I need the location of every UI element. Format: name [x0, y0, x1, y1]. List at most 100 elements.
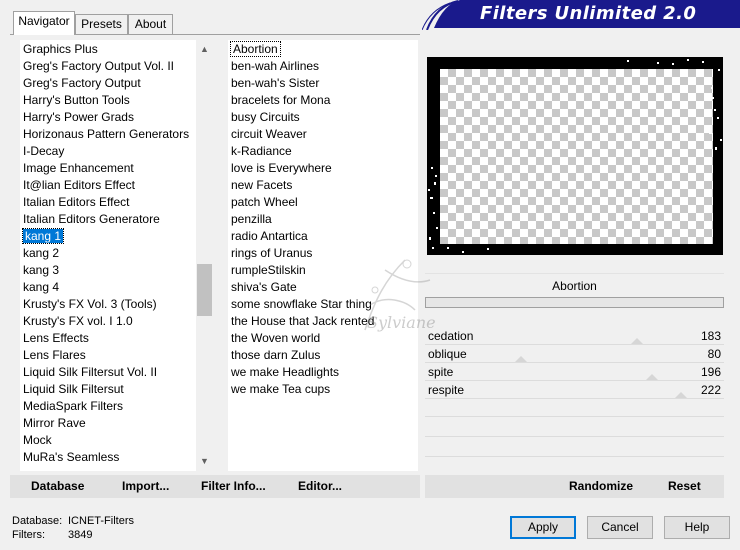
- editor-button[interactable]: Editor...: [298, 475, 342, 498]
- filter-item[interactable]: patch Wheel: [228, 194, 418, 211]
- category-item[interactable]: Horizonaus Pattern Generators: [20, 126, 196, 143]
- reset-button[interactable]: Reset: [668, 475, 701, 498]
- filter-item[interactable]: ben-wah's Sister: [228, 75, 418, 92]
- import-button[interactable]: Import...: [122, 475, 169, 498]
- filter-item-label: the Woven world: [231, 331, 321, 345]
- param-thumb[interactable]: [631, 338, 643, 344]
- category-item[interactable]: kang 2: [20, 245, 196, 262]
- category-item[interactable]: MediaSpark Filters: [20, 398, 196, 415]
- category-item-label: MuRa's Seamless: [23, 450, 120, 464]
- preview-noise-edges: [428, 59, 722, 253]
- filter-item[interactable]: penzilla: [228, 211, 418, 228]
- category-item[interactable]: Italian Editors Effect: [20, 194, 196, 211]
- category-item-label: Harry's Button Tools: [23, 93, 130, 107]
- database-button[interactable]: Database: [31, 475, 84, 498]
- category-item[interactable]: Greg's Factory Output: [20, 75, 196, 92]
- category-item[interactable]: Liquid Silk Filtersut: [20, 381, 196, 398]
- filters-count-label: Filters:: [12, 529, 45, 541]
- category-item[interactable]: Krusty's FX Vol. 3 (Tools): [20, 296, 196, 313]
- filter-item-label: rings of Uranus: [231, 246, 313, 260]
- category-item[interactable]: Image Enhancement: [20, 160, 196, 177]
- filter-item-label: circuit Weaver: [231, 127, 307, 141]
- randomize-button[interactable]: Randomize: [569, 475, 633, 498]
- category-item-label: kang 3: [23, 263, 60, 277]
- filter-item-label: busy Circuits: [231, 110, 300, 124]
- category-list[interactable]: Graphics Plus Greg's Factory Output Vol. …: [20, 40, 196, 471]
- category-scrollbar[interactable]: ▲ ▼: [196, 40, 213, 470]
- category-item-label: I-Decay: [23, 144, 65, 158]
- category-item-label: kang 1: [21, 228, 65, 244]
- filter-item[interactable]: new Facets: [228, 177, 418, 194]
- filter-item[interactable]: radio Antartica: [228, 228, 418, 245]
- category-item[interactable]: Krusty's FX vol. I 1.0: [20, 313, 196, 330]
- filter-item[interactable]: circuit Weaver: [228, 126, 418, 143]
- category-item[interactable]: Mirror Rave: [20, 415, 196, 432]
- filter-item-label: we make Headlights: [231, 365, 340, 379]
- filter-item[interactable]: k-Radiance: [228, 143, 418, 160]
- param-thumb[interactable]: [515, 356, 527, 362]
- filter-item[interactable]: love is Everywhere: [228, 160, 418, 177]
- help-button[interactable]: Help: [664, 516, 730, 539]
- category-item-label: Greg's Factory Output: [23, 76, 141, 90]
- filter-item-label: radio Antartica: [231, 229, 308, 243]
- category-item-label: Lens Effects: [23, 331, 89, 345]
- current-filter-name: Abortion: [425, 273, 724, 298]
- category-item[interactable]: kang 3: [20, 262, 196, 279]
- filter-item[interactable]: we make Tea cups: [228, 381, 418, 398]
- cancel-button[interactable]: Cancel: [587, 516, 653, 539]
- param-track: [425, 362, 724, 363]
- category-item[interactable]: Liquid Silk Filtersut Vol. II: [20, 364, 196, 381]
- filters-unlimited-window: { "tabs": [ {"label": "Navigator", "acti…: [0, 0, 740, 550]
- category-item[interactable]: Harry's Button Tools: [20, 92, 196, 109]
- category-item[interactable]: Lens Flares: [20, 347, 196, 364]
- param-value: 183: [700, 329, 721, 343]
- category-item-label: Image Enhancement: [23, 161, 134, 175]
- param-slider-cedation[interactable]: cedation 183: [425, 328, 724, 345]
- tab-navigator[interactable]: Navigator: [13, 11, 75, 35]
- tab-presets[interactable]: Presets: [75, 14, 128, 34]
- param-thumb[interactable]: [646, 374, 658, 380]
- watermark-logo: Sylviane: [345, 250, 455, 350]
- filter-item-label: ben-wah Airlines: [231, 59, 320, 73]
- filter-item[interactable]: busy Circuits: [228, 109, 418, 126]
- category-item[interactable]: I-Decay: [20, 143, 196, 160]
- scroll-up-icon[interactable]: ▲: [200, 44, 209, 54]
- param-slider-respite[interactable]: respite 222: [425, 382, 724, 399]
- category-item[interactable]: MuRa's Seamless: [20, 449, 196, 466]
- category-item[interactable]: kang 4: [20, 279, 196, 296]
- filter-item[interactable]: ben-wah Airlines: [228, 58, 418, 75]
- apply-button[interactable]: Apply: [510, 516, 576, 539]
- scroll-thumb[interactable]: [197, 264, 212, 316]
- category-item[interactable]: Italian Editors Generatore: [20, 211, 196, 228]
- param-track: [425, 380, 724, 381]
- param-slider-spite[interactable]: spite 196: [425, 364, 724, 381]
- filter-item-label: rumpleStilskin: [231, 263, 306, 277]
- category-item-label: Krusty's FX vol. I 1.0: [23, 314, 133, 328]
- param-slider-oblique[interactable]: oblique 80: [425, 346, 724, 363]
- filter-item[interactable]: we make Headlights: [228, 364, 418, 381]
- filter-item-label: Abortion: [230, 41, 281, 57]
- category-item-label: Harry's Power Grads: [23, 110, 134, 124]
- filter-info-button[interactable]: Filter Info...: [201, 475, 266, 498]
- scroll-down-icon[interactable]: ▼: [200, 456, 209, 466]
- category-item[interactable]: Greg's Factory Output Vol. II: [20, 58, 196, 75]
- category-item[interactable]: Lens Effects: [20, 330, 196, 347]
- category-item[interactable]: kang 1: [20, 228, 196, 245]
- filter-item[interactable]: Abortion: [228, 41, 418, 58]
- category-item[interactable]: It@lian Editors Effect: [20, 177, 196, 194]
- category-item-label: kang 2: [23, 246, 60, 260]
- param-value: 196: [700, 365, 721, 379]
- filter-item[interactable]: bracelets for Mona: [228, 92, 418, 109]
- param-thumb[interactable]: [675, 392, 687, 398]
- category-item-label: Italian Editors Effect: [23, 195, 130, 209]
- category-item[interactable]: Graphics Plus: [20, 41, 196, 58]
- database-value: ICNET-Filters: [68, 515, 134, 527]
- database-label: Database:: [12, 515, 63, 527]
- category-item-label: Graphics Plus: [23, 42, 98, 56]
- tab-about[interactable]: About: [128, 14, 173, 34]
- category-item-label: Mirror Rave: [23, 416, 86, 430]
- category-item[interactable]: Mock: [20, 432, 196, 449]
- category-item[interactable]: Harry's Power Grads: [20, 109, 196, 126]
- watermark-text: Sylviane: [367, 313, 436, 332]
- filter-item-label: love is Everywhere: [231, 161, 332, 175]
